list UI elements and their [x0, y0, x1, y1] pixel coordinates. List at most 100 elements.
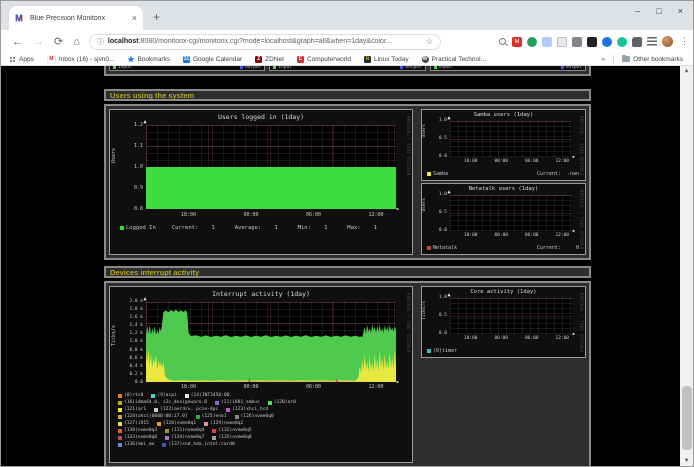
profile-avatar[interactable] [662, 36, 673, 47]
x-tick-label: 12:00 [368, 384, 383, 390]
graph-plot-area: ▲▶ [146, 302, 396, 382]
bookmark-linux-today[interactable]: ltLinux Today [364, 56, 409, 63]
bookmarks-overflow-icon[interactable]: » [602, 56, 606, 63]
tab-list-icon[interactable] [647, 37, 657, 47]
users-section: Users using the system Users logged in (… [104, 89, 591, 260]
axis-arrow-up-icon: ▲ [144, 297, 147, 302]
samba-users-graph[interactable]: Samba users (1day)Users1.00.50.0▲▶18:000… [421, 109, 586, 181]
x-tick-label: 06:00 [525, 159, 539, 164]
new-tab-button[interactable]: + [153, 10, 160, 24]
output-legend-swatch [561, 66, 564, 69]
legend-row: (130)nvme0q3(131)nvme0q4(132)nvme0q5 [118, 427, 409, 434]
bookmark-inbox[interactable]: MInbox (16) - sjvn0... [47, 55, 115, 64]
other-bookmarks-button[interactable]: Other bookmarks [622, 56, 683, 63]
interrupt-activity-graph[interactable]: Interrupt activity (1day)Ticks/s2.0 k1.8… [109, 286, 413, 463]
extension-icon-7[interactable] [587, 37, 597, 47]
x-tick-label: 06:00 [306, 212, 321, 218]
back-icon[interactable]: ← [12, 36, 23, 48]
legend-color-swatch [118, 408, 122, 412]
window-maximize-button[interactable]: □ [656, 6, 661, 16]
window-minimize-button[interactable]: – [635, 6, 640, 16]
core-activity-graph[interactable]: Core activity (1day)Ticks/s1.00.50.0▲▶18… [421, 286, 586, 358]
page-info-icon[interactable]: ⓘ [97, 37, 104, 47]
extension-icon-8[interactable] [602, 37, 612, 47]
bookmark-google-calendar[interactable]: 31Google Calendar [183, 56, 242, 63]
extension-icon-4[interactable] [542, 37, 552, 47]
axis-arrow-right-icon: ▶ [397, 380, 399, 384]
scrollbar-up-icon[interactable]: ▲ [680, 66, 693, 76]
scrollbar-thumb[interactable] [682, 386, 692, 450]
graph-title: Interrupt activity (1day) [110, 287, 412, 298]
extension-icon-3[interactable] [527, 37, 537, 47]
legend-color-swatch [427, 246, 431, 250]
legend-item: (137)snd_hda_intel:card0 [162, 442, 234, 447]
extension-icon-9[interactable] [617, 37, 627, 47]
output-legend-label: Output [566, 66, 582, 70]
y-tick-label: 0.0 [439, 154, 447, 159]
bookmark-star-icon[interactable]: ☆ [426, 37, 433, 46]
extension-icon-5[interactable] [557, 37, 567, 47]
graph-y-ticks: 1.21.11.00.90.8 [114, 122, 143, 212]
browser-tab[interactable]: M Blue Precision Monitorix × [9, 6, 143, 30]
axis-arrow-right-icon: ▶ [397, 207, 399, 211]
rrdtool-watermark: RRDTOOL / TOBI OETIKER [406, 293, 411, 353]
x-tick-label: 12:00 [555, 159, 569, 164]
url-path: :8080/monitorix-cgi/monitorix.cgi?mode=l… [139, 38, 392, 45]
bookmark-bookmarks[interactable]: ★Bookmarks [127, 56, 170, 63]
legend-color-swatch [268, 401, 272, 405]
network-graph-partial[interactable]: Input Output [269, 66, 425, 71]
home-icon[interactable]: ⌂ [73, 36, 80, 48]
bookmark-zdnet[interactable]: ZZDNet [255, 56, 284, 63]
computerworld-icon: C [297, 56, 304, 63]
y-tick-label: 1.2 k [129, 331, 143, 336]
url-input[interactable]: ⓘ localhost :8080/monitorix-cgi/monitori… [89, 34, 441, 50]
y-tick-label: 0.0 [439, 228, 447, 233]
forward-icon[interactable]: → [33, 36, 44, 48]
mail-extension-icon[interactable]: M [512, 37, 522, 47]
window-close-button[interactable]: × [678, 6, 683, 16]
browser-tab-strip: M Blue Precision Monitorix × + – □ × [1, 1, 693, 30]
y-tick-label: 1.0 [439, 295, 447, 300]
y-tick-label: 0.4 k [129, 364, 143, 369]
bookmark-apps[interactable]: Apps [9, 56, 34, 63]
x-tick-label: 06:00 [525, 233, 539, 238]
y-tick-label: 0.5 [439, 210, 447, 215]
x-tick-label: 00:00 [494, 159, 508, 164]
graph-x-ticks: 18:0000:0006:0012:00 [450, 159, 572, 165]
monitorix-page: Input Output Input Output Input Output U… [1, 66, 693, 466]
legend-item: (121)ar1 [118, 407, 146, 412]
scrollbar-down-icon[interactable]: ▼ [680, 456, 693, 466]
legend-row: (16)idma64.0, i2c_designware.0(21)i801_s… [118, 399, 409, 406]
network-graph-partial[interactable]: Input Output [430, 66, 586, 71]
browser-menu-icon[interactable]: ⋮ [680, 36, 689, 47]
wordpress-icon: W [422, 56, 429, 63]
search-extension-icon[interactable] [497, 37, 507, 47]
browser-window: { "browser": { "tab_title": "Blue Precis… [0, 0, 694, 467]
tab-close-icon[interactable]: × [132, 13, 137, 23]
legend-color-swatch [162, 443, 166, 447]
graph-plot-area: ▲▶ [146, 125, 396, 209]
legend-color-swatch [157, 422, 161, 426]
extension-icon-6[interactable] [572, 37, 582, 47]
legend-label: (16)idma64.0, i2c_designware.0 [124, 400, 207, 405]
page-scrollbar[interactable]: ▲ ▼ [680, 66, 693, 466]
bookmark-computerworld[interactable]: CComputerworld [297, 56, 351, 63]
graph-title: Core activity (1day) [422, 287, 585, 295]
extensions-puzzle-icon[interactable] [632, 37, 642, 47]
graph-legend: (8)rtc0(9)acpi(14)INT3450:00(16)idma64.0… [118, 392, 409, 448]
network-graph-partial[interactable]: Input Output [109, 66, 265, 71]
legend-label: (121)ar1 [124, 407, 146, 412]
star-icon: ★ [127, 56, 134, 63]
legend-label: Netatalk [433, 245, 457, 251]
legend-item: (14)INT3450:00 [185, 393, 230, 398]
output-legend-swatch [240, 66, 243, 69]
graph-title: Users logged in (1day) [110, 110, 412, 121]
bookmark-practical-technology[interactable]: WPractical Technol... [422, 56, 486, 63]
netatalk-users-graph[interactable]: Netatalk users (1day)Users1.00.50.0▲▶18:… [421, 183, 586, 255]
graph-plot-area: ▲▶ [450, 298, 572, 334]
y-tick-label: 0.6 k [129, 356, 143, 361]
users-logged-in-graph[interactable]: Users logged in (1day)Users1.21.11.00.90… [109, 109, 413, 255]
reload-icon[interactable]: ⟳ [54, 35, 63, 48]
legend-label: Samba [433, 171, 448, 177]
users-section-body: Users logged in (1day)Users1.21.11.00.90… [104, 104, 591, 260]
